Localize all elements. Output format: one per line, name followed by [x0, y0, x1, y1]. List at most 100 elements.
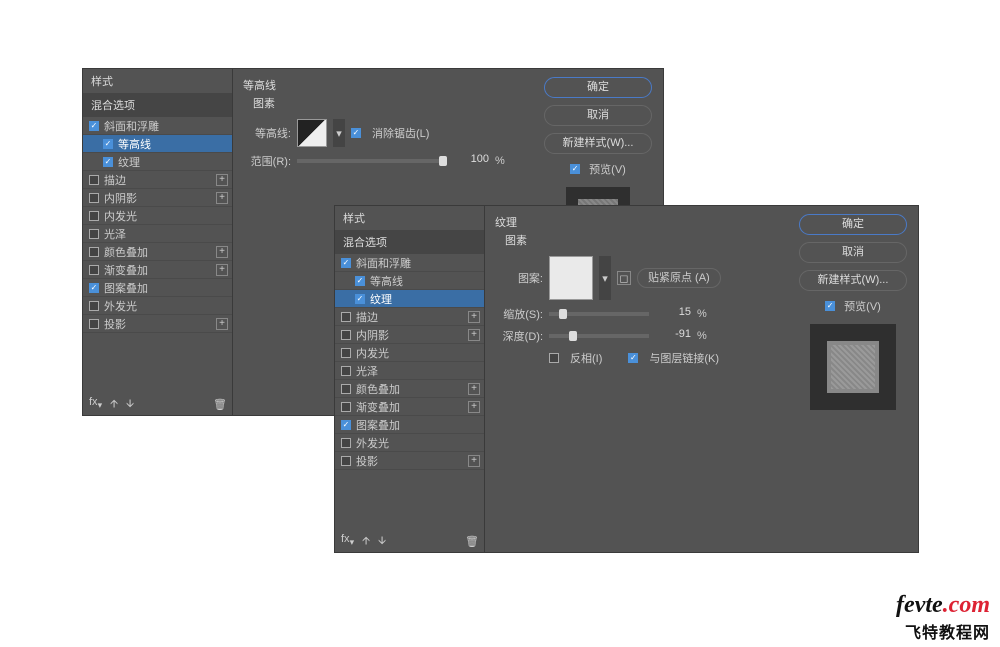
style-item-label: 内阴影	[104, 190, 137, 206]
style-checkbox[interactable]	[341, 456, 351, 466]
style-item-label: 纹理	[370, 291, 392, 307]
style-item-5[interactable]: 内发光	[83, 207, 232, 225]
style-checkbox[interactable]	[89, 175, 99, 185]
blend-options-header[interactable]: 混合选项	[335, 230, 484, 254]
scale-pct: %	[697, 308, 707, 320]
style-item-label: 外发光	[356, 435, 389, 451]
style-item-10[interactable]: 外发光	[83, 297, 232, 315]
style-item-8[interactable]: 渐变叠加+	[83, 261, 232, 279]
arrow-down-icon[interactable]: 🡫	[126, 395, 134, 414]
snap-origin-icon[interactable]: ◻	[617, 271, 631, 285]
pattern-label: 图案:	[495, 270, 543, 286]
style-item-5[interactable]: 内发光	[335, 344, 484, 362]
arrow-down-icon[interactable]: 🡫	[378, 532, 386, 551]
style-item-2[interactable]: 纹理	[83, 153, 232, 171]
trash-icon[interactable]: 🗑	[213, 398, 227, 411]
antialias-checkbox[interactable]	[351, 128, 361, 138]
style-item-9[interactable]: 图案叠加	[83, 279, 232, 297]
style-checkbox[interactable]	[341, 258, 351, 268]
style-checkbox[interactable]	[89, 283, 99, 293]
ok-button[interactable]: 确定	[544, 77, 652, 98]
snap-origin-button[interactable]: 贴紧原点 (A)	[637, 268, 721, 288]
style-checkbox[interactable]	[89, 247, 99, 257]
add-effect-icon[interactable]: +	[468, 455, 480, 467]
style-item-1[interactable]: 等高线	[83, 135, 232, 153]
range-label: 范围(R):	[243, 153, 291, 169]
depth-slider[interactable]	[549, 334, 649, 338]
new-style-button[interactable]: 新建样式(W)...	[544, 133, 652, 154]
invert-checkbox[interactable]	[549, 353, 559, 363]
style-item-6[interactable]: 光泽	[83, 225, 232, 243]
arrow-up-icon[interactable]: 🡩	[362, 532, 370, 551]
style-item-4[interactable]: 内阴影+	[335, 326, 484, 344]
style-item-4[interactable]: 内阴影 +	[83, 189, 232, 207]
style-checkbox[interactable]	[103, 157, 113, 167]
new-style-button[interactable]: 新建样式(W)...	[799, 270, 907, 291]
add-effect-icon[interactable]: +	[216, 246, 228, 258]
style-checkbox[interactable]	[89, 319, 99, 329]
contour-thumbnail[interactable]	[297, 119, 327, 147]
style-checkbox[interactable]	[341, 402, 351, 412]
fx-icon[interactable]: fx▾	[341, 533, 354, 548]
style-item-3[interactable]: 描边+	[83, 171, 232, 189]
style-checkbox[interactable]	[341, 312, 351, 322]
style-item-label: 外发光	[104, 298, 137, 314]
add-effect-icon[interactable]: +	[216, 192, 228, 204]
style-checkbox[interactable]	[341, 348, 351, 358]
styles-header: 样式	[83, 69, 232, 93]
add-effect-icon[interactable]: +	[468, 401, 480, 413]
style-checkbox[interactable]	[341, 384, 351, 394]
style-item-11[interactable]: 投影+	[335, 452, 484, 470]
style-item-8[interactable]: 渐变叠加+	[335, 398, 484, 416]
add-effect-icon[interactable]: +	[468, 383, 480, 395]
pattern-thumbnail[interactable]	[549, 256, 593, 300]
style-item-9[interactable]: 图案叠加	[335, 416, 484, 434]
style-item-1[interactable]: 等高线	[335, 272, 484, 290]
preview-checkbox[interactable]	[825, 301, 835, 311]
style-checkbox[interactable]	[103, 139, 113, 149]
add-effect-icon[interactable]: +	[216, 318, 228, 330]
ok-button[interactable]: 确定	[799, 214, 907, 235]
style-item-7[interactable]: 颜色叠加+	[83, 243, 232, 261]
style-item-10[interactable]: 外发光	[335, 434, 484, 452]
cancel-button[interactable]: 取消	[799, 242, 907, 263]
range-slider[interactable]	[297, 159, 447, 163]
style-checkbox[interactable]	[89, 301, 99, 311]
style-checkbox[interactable]	[341, 420, 351, 430]
style-item-7[interactable]: 颜色叠加+	[335, 380, 484, 398]
add-effect-icon[interactable]: +	[216, 264, 228, 276]
scale-slider[interactable]	[549, 312, 649, 316]
style-checkbox[interactable]	[89, 121, 99, 131]
add-effect-icon[interactable]: +	[468, 311, 480, 323]
fx-icon[interactable]: fx▾	[89, 396, 102, 411]
style-item-3[interactable]: 描边+	[335, 308, 484, 326]
style-checkbox[interactable]	[355, 294, 365, 304]
style-item-0[interactable]: 斜面和浮雕	[83, 117, 232, 135]
style-checkbox[interactable]	[355, 276, 365, 286]
style-checkbox[interactable]	[341, 330, 351, 340]
pattern-dropdown-arrow[interactable]: ▾	[599, 256, 611, 300]
style-checkbox[interactable]	[89, 193, 99, 203]
style-checkbox[interactable]	[89, 211, 99, 221]
link-layer-checkbox[interactable]	[628, 353, 638, 363]
scale-value[interactable]: 15	[655, 306, 691, 322]
style-checkbox[interactable]	[341, 366, 351, 376]
style-checkbox[interactable]	[341, 438, 351, 448]
style-item-11[interactable]: 投影+	[83, 315, 232, 333]
arrow-up-icon[interactable]: 🡩	[110, 395, 118, 414]
style-checkbox[interactable]	[89, 265, 99, 275]
style-item-6[interactable]: 光泽	[335, 362, 484, 380]
range-value[interactable]: 100	[453, 153, 489, 169]
contour-dropdown-arrow[interactable]: ▾	[333, 119, 345, 147]
add-effect-icon[interactable]: +	[468, 329, 480, 341]
preview-checkbox[interactable]	[570, 164, 580, 174]
style-item-0[interactable]: 斜面和浮雕	[335, 254, 484, 272]
style-checkbox[interactable]	[89, 229, 99, 239]
style-item-2[interactable]: 纹理	[335, 290, 484, 308]
add-effect-icon[interactable]: +	[216, 174, 228, 186]
trash-icon[interactable]: 🗑	[465, 535, 479, 548]
depth-value[interactable]: -91	[655, 328, 691, 344]
cancel-button[interactable]: 取消	[544, 105, 652, 126]
blend-options-header[interactable]: 混合选项	[83, 93, 232, 117]
antialias-label: 消除锯齿(L)	[372, 125, 429, 141]
